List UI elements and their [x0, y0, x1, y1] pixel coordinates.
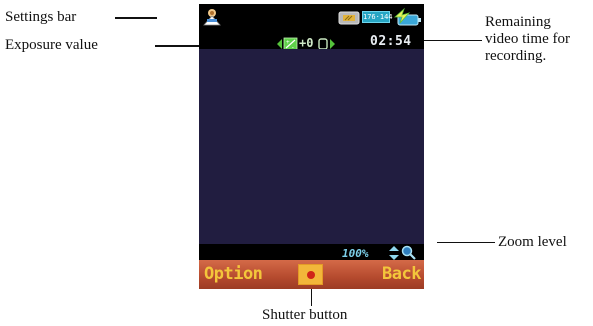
battery-charging-icon	[393, 7, 421, 26]
video-settings-icon[interactable]	[202, 7, 222, 27]
settings-bar: 176·144 + - +0 02:54	[199, 4, 424, 51]
record-icon	[307, 271, 315, 279]
remaining-time-label-line-3: recording.	[485, 48, 547, 64]
softkey-bar: Option Back	[199, 260, 424, 289]
shutter-button[interactable]	[298, 264, 323, 285]
shutter-button-label: Shutter button	[262, 307, 348, 323]
resolution-icon: 176·144	[362, 11, 393, 23]
phone-screen: 176·144 + - +0 02:54 100% Option Back	[199, 4, 424, 289]
zoom-level-label: Zoom level	[498, 234, 567, 250]
zoom-value: 100%	[342, 247, 369, 260]
zoom-level-leader	[437, 242, 495, 243]
remaining-time-leader	[424, 40, 482, 41]
viewfinder	[199, 49, 424, 244]
remaining-time-label-line-1: Remaining	[485, 14, 551, 30]
zoom-adjust-icon[interactable]	[389, 246, 399, 260]
settings-bar-leader	[115, 17, 157, 19]
exposure-value: +0	[299, 36, 314, 50]
memory-card-icon	[338, 11, 360, 25]
option-softkey[interactable]: Option	[204, 264, 263, 284]
shutter-button-leader	[311, 289, 312, 306]
settings-bar-label: Settings bar	[5, 9, 77, 25]
remaining-time-label: Remaining video time for recording.	[485, 14, 570, 65]
remaining-time-label-line-2: video time for	[485, 31, 570, 47]
remaining-time: 02:54	[370, 34, 412, 49]
back-softkey[interactable]: Back	[382, 264, 421, 284]
svg-text:+: +	[286, 39, 290, 46]
exposure-value-label: Exposure value	[5, 37, 98, 53]
magnifier-icon	[401, 245, 416, 260]
